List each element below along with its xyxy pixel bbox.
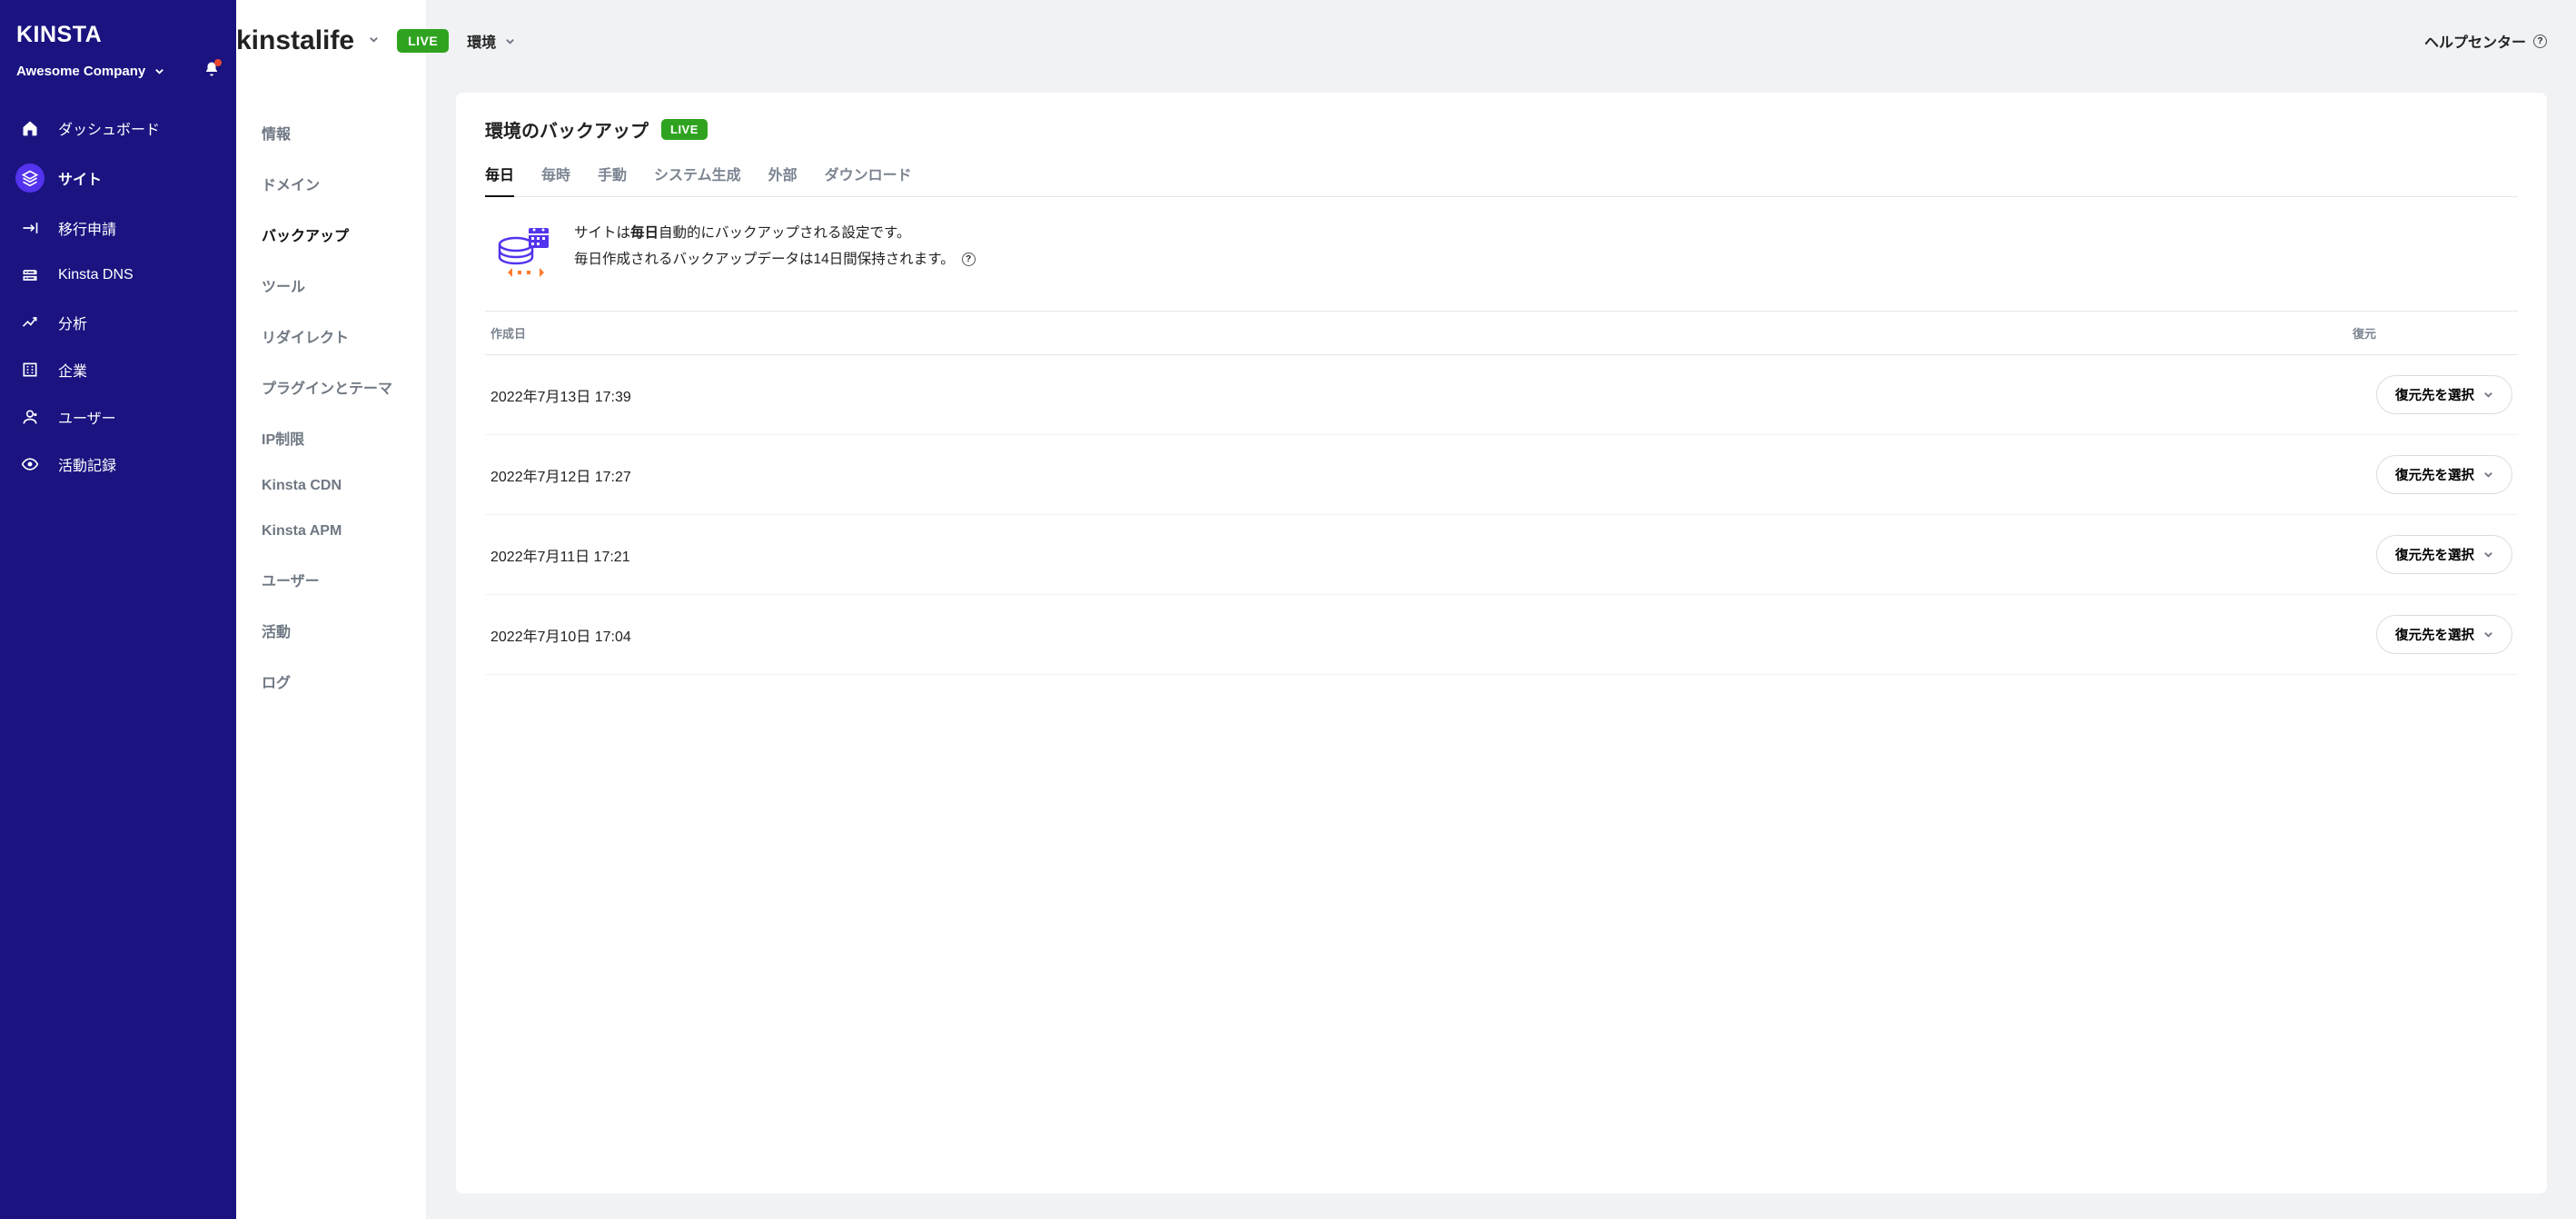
table-row: 2022年7月10日 17:04 復元先を選択 — [485, 595, 2518, 675]
nav-label: ユーザー — [58, 406, 116, 428]
backup-date: 2022年7月11日 17:21 — [490, 544, 630, 566]
sec-nav-item[interactable]: IP制限 — [236, 414, 426, 461]
help-icon: ? — [2533, 35, 2547, 48]
eye-icon — [18, 452, 42, 476]
info-line-2: 毎日作成されるバックアップデータは14日間保持されます。 ? — [574, 249, 976, 270]
tab-毎日[interactable]: 毎日 — [485, 163, 514, 196]
nav-item-eye[interactable]: 活動記録 — [11, 442, 225, 486]
help-center-link[interactable]: ヘルプセンター ? — [2424, 30, 2547, 52]
chevron-down-icon — [154, 66, 164, 76]
nav-label: 分析 — [58, 312, 87, 333]
sec-nav-item[interactable]: 活動 — [236, 607, 426, 654]
chevron-down-icon — [2483, 470, 2493, 480]
dns-icon — [18, 263, 42, 287]
info-line-1: サイトは毎日自動的にバックアップされる設定です。 — [574, 223, 976, 243]
table-row: 2022年7月12日 17:27 復元先を選択 — [485, 435, 2518, 515]
nav-label: 移行申請 — [58, 217, 116, 239]
nav-item-dns[interactable]: Kinsta DNS — [11, 253, 225, 297]
help-label: ヘルプセンター — [2424, 30, 2526, 52]
sec-nav-item[interactable]: ドメイン — [236, 160, 426, 207]
tab-システム生成[interactable]: システム生成 — [654, 163, 741, 196]
nav-label: 企業 — [58, 359, 87, 381]
migrate-icon — [18, 216, 42, 240]
secondary-sidebar: 情報ドメインバックアップツールリダイレクトプラグインとテーマIP制限Kinsta… — [236, 0, 427, 1219]
restore-button[interactable]: 復元先を選択 — [2376, 375, 2512, 414]
nav-item-layers[interactable]: サイト — [11, 154, 225, 203]
sec-nav-item[interactable]: リダイレクト — [236, 312, 426, 360]
backup-panel: 環境のバックアップ LIVE 毎日毎時手動システム生成外部ダウンロード — [456, 93, 2547, 1194]
nav-item-migrate[interactable]: 移行申請 — [11, 206, 225, 250]
backup-date: 2022年7月13日 17:39 — [490, 384, 631, 406]
sec-nav-item[interactable]: ツール — [236, 262, 426, 309]
environment-label: 環境 — [467, 30, 496, 52]
backup-rows: 2022年7月13日 17:39 復元先を選択 2022年7月12日 17:27 復元… — [485, 355, 2518, 675]
table-row: 2022年7月11日 17:21 復元先を選択 — [485, 515, 2518, 595]
notification-dot — [214, 59, 222, 66]
chevron-down-icon — [2483, 390, 2493, 400]
layers-icon — [15, 164, 45, 193]
site-dropdown[interactable] — [369, 33, 379, 49]
tab-毎時[interactable]: 毎時 — [541, 163, 570, 196]
restore-label: 復元先を選択 — [2395, 385, 2474, 404]
site-title: kinstalife — [236, 25, 354, 56]
nav-label: 活動記録 — [58, 453, 116, 475]
nav-item-trend[interactable]: 分析 — [11, 301, 225, 344]
nav-label: Kinsta DNS — [58, 267, 134, 283]
nav-label: サイト — [58, 167, 102, 189]
company-selector[interactable]: Awesome Company — [16, 64, 164, 79]
sec-nav-item[interactable]: 情報 — [236, 109, 426, 156]
sec-nav-item[interactable]: Kinsta APM — [236, 510, 426, 552]
secondary-nav: 情報ドメインバックアップツールリダイレクトプラグインとテーマIP制限Kinsta… — [236, 25, 426, 705]
environment-selector[interactable]: 環境 — [467, 30, 515, 52]
table-header: 作成日 復元 — [485, 311, 2518, 355]
company-name: Awesome Company — [16, 64, 145, 79]
notifications-button[interactable] — [203, 61, 220, 81]
info-help-icon[interactable]: ? — [962, 253, 976, 266]
main-content: kinstalife LIVE 環境 ヘルプセンター ? 環境のバックアップ L… — [427, 0, 2576, 1219]
sec-nav-item[interactable]: ログ — [236, 658, 426, 705]
live-badge: LIVE — [397, 29, 449, 53]
sec-nav-item[interactable]: プラグインとテーマ — [236, 363, 426, 411]
restore-label: 復元先を選択 — [2395, 465, 2474, 484]
tab-外部[interactable]: 外部 — [768, 163, 798, 196]
trend-icon — [18, 311, 42, 334]
restore-button[interactable]: 復元先を選択 — [2376, 455, 2512, 494]
nav-item-building[interactable]: 企業 — [11, 348, 225, 391]
chevron-down-icon — [2483, 629, 2493, 639]
backup-tabs: 毎日毎時手動システム生成外部ダウンロード — [485, 163, 2518, 197]
user-icon — [18, 405, 42, 429]
tab-手動[interactable]: 手動 — [598, 163, 627, 196]
nav-item-home[interactable]: ダッシュボード — [11, 106, 225, 150]
primary-sidebar: KINSTA Awesome Company ダッシュボードサイト移行申請 Kin… — [0, 0, 236, 1219]
chevron-down-icon — [505, 36, 515, 46]
sec-nav-item[interactable]: ユーザー — [236, 556, 426, 603]
sec-nav-item[interactable]: バックアップ — [236, 211, 426, 258]
restore-label: 復元先を選択 — [2395, 625, 2474, 644]
sec-nav-item[interactable]: Kinsta CDN — [236, 465, 426, 507]
restore-label: 復元先を選択 — [2395, 545, 2474, 564]
panel-title: 環境のバックアップ — [485, 116, 649, 143]
backup-date: 2022年7月12日 17:27 — [490, 464, 631, 486]
restore-button[interactable]: 復元先を選択 — [2376, 615, 2512, 654]
info-banner: サイトは毎日自動的にバックアップされる設定です。 毎日作成されるバックアップデー… — [485, 219, 2518, 311]
tab-ダウンロード[interactable]: ダウンロード — [825, 163, 912, 196]
backup-calendar-icon — [494, 223, 552, 283]
brand-logo: KINSTA — [16, 22, 102, 48]
building-icon — [18, 358, 42, 382]
backup-date: 2022年7月10日 17:04 — [490, 624, 631, 646]
main-header: kinstalife LIVE 環境 ヘルプセンター ? — [456, 25, 2547, 56]
chevron-down-icon — [369, 35, 379, 45]
nav-label: ダッシュボード — [58, 117, 160, 139]
live-badge: LIVE — [661, 119, 708, 140]
restore-button[interactable]: 復元先を選択 — [2376, 535, 2512, 574]
col-created: 作成日 — [490, 324, 526, 342]
home-icon — [18, 116, 42, 140]
nav-item-user[interactable]: ユーザー — [11, 395, 225, 439]
chevron-down-icon — [2483, 550, 2493, 560]
table-row: 2022年7月13日 17:39 復元先を選択 — [485, 355, 2518, 435]
col-restore: 復元 — [2353, 324, 2376, 342]
primary-nav: ダッシュボードサイト移行申請 Kinsta DNS 分析企業ユーザー活動記録 — [0, 97, 236, 495]
